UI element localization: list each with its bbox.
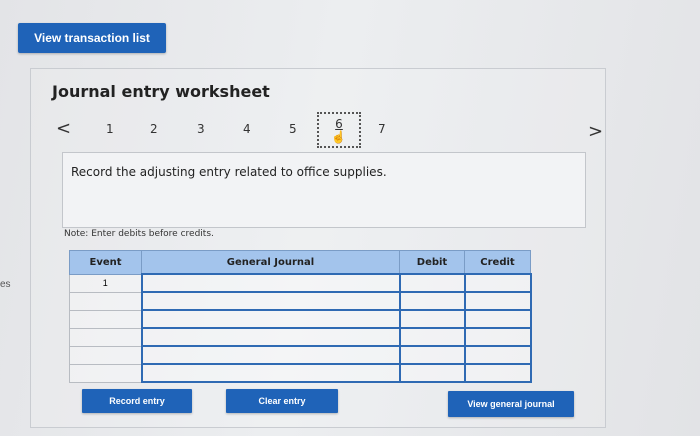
prompt-text: Record the adjusting entry related to of…: [71, 165, 387, 179]
event-header: Event: [69, 250, 142, 275]
debit-input[interactable]: [398, 309, 466, 329]
table-row: 1: [69, 273, 532, 293]
event-cell: [69, 327, 142, 347]
view-general-journal-button[interactable]: View general journal: [448, 391, 574, 417]
record-entry-button[interactable]: Record entry: [82, 389, 192, 413]
debit-input[interactable]: [398, 273, 466, 293]
debit-input[interactable]: [398, 327, 466, 347]
table-row: [69, 291, 532, 311]
event-cell: [69, 363, 142, 383]
page-tab-2[interactable]: 2: [150, 122, 158, 136]
worksheet-title: Journal entry worksheet: [52, 82, 270, 101]
credit-input[interactable]: [463, 291, 532, 311]
page-tab-5[interactable]: 5: [289, 122, 297, 136]
credit-input[interactable]: [463, 273, 532, 293]
next-arrow-icon[interactable]: >: [588, 121, 603, 142]
credit-input[interactable]: [463, 363, 532, 383]
debits-note: Note: Enter debits before credits.: [64, 229, 214, 239]
event-cell: [69, 309, 142, 329]
clear-entry-button[interactable]: Clear entry: [226, 389, 338, 413]
event-cell: 1: [69, 273, 142, 293]
page-tab-6-active[interactable]: 6 ☝: [317, 112, 361, 148]
table-row: [69, 345, 532, 365]
prev-arrow-icon[interactable]: <: [56, 118, 71, 139]
worksheet-pager: < 1 2 3 4 5 6 ☝ 7 >: [52, 112, 612, 157]
table-row: [69, 327, 532, 347]
view-transaction-list-button[interactable]: View transaction list: [18, 23, 166, 53]
account-input[interactable]: [140, 273, 401, 293]
event-cell: [69, 291, 142, 311]
table-row: [69, 363, 532, 383]
debit-header: Debit: [399, 250, 465, 275]
table-header-row: Event General Journal Debit Credit: [69, 250, 531, 275]
page-tab-3[interactable]: 3: [197, 122, 205, 136]
credit-input[interactable]: [463, 327, 532, 347]
cropped-edge-text: es: [0, 279, 11, 290]
account-input[interactable]: [140, 309, 401, 329]
debit-input[interactable]: [398, 345, 466, 365]
journal-table: Event General Journal Debit Credit 1: [69, 250, 532, 383]
credit-input[interactable]: [463, 309, 532, 329]
account-input[interactable]: [140, 345, 401, 365]
hand-pointer-icon: ☝: [331, 130, 346, 144]
general-journal-header: General Journal: [141, 250, 400, 275]
credit-header: Credit: [464, 250, 531, 275]
prompt-box: Record the adjusting entry related to of…: [62, 152, 586, 228]
table-row: [69, 309, 532, 329]
debit-input[interactable]: [398, 291, 466, 311]
account-input[interactable]: [140, 363, 401, 383]
credit-input[interactable]: [463, 345, 532, 365]
active-page-number: 6: [335, 117, 343, 131]
debit-input[interactable]: [398, 363, 466, 383]
account-input[interactable]: [140, 327, 401, 347]
page-tab-4[interactable]: 4: [243, 122, 251, 136]
page-tab-7[interactable]: 7: [378, 122, 386, 136]
page-tab-1[interactable]: 1: [106, 122, 114, 136]
event-cell: [69, 345, 142, 365]
account-input[interactable]: [140, 291, 401, 311]
